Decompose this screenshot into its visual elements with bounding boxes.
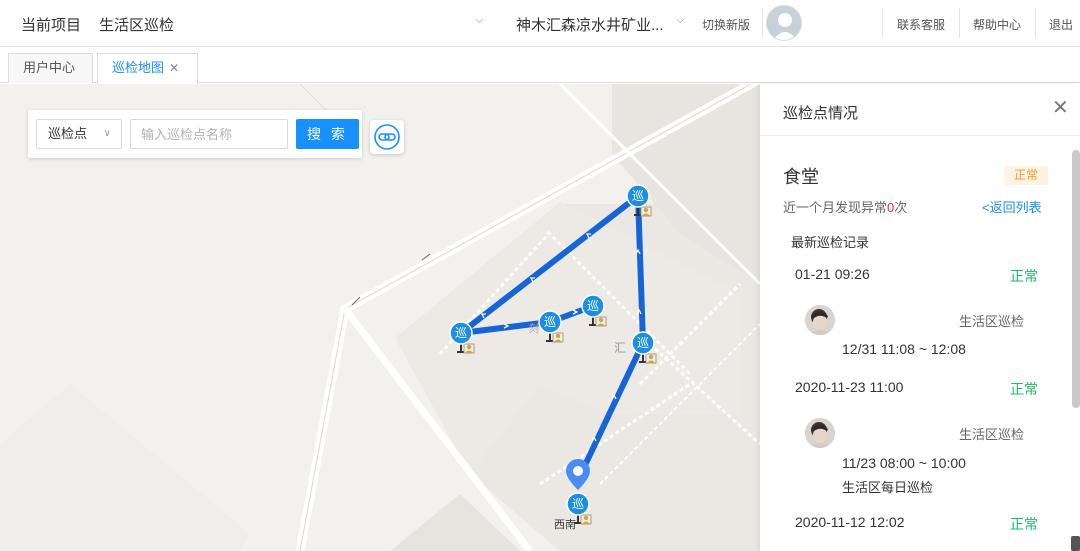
project-name[interactable]: 生活区巡检: [99, 14, 174, 35]
person-photo-icon: [805, 305, 835, 335]
record-time: 2020-11-12 12:02: [795, 514, 905, 530]
checkpoint-marker[interactable]: 巡: [537, 309, 577, 349]
record-time-range: 11/23 08:00 ~ 10:00: [842, 455, 966, 471]
checkpoint-glyph: 巡: [636, 336, 649, 350]
checkpoint-glyph: 巡: [586, 299, 599, 313]
checkpoint-glyph: 巡: [631, 189, 644, 203]
scrollbar-thumb[interactable]: [1072, 150, 1080, 408]
map-label-southwest: 西南: [554, 519, 576, 531]
record-status: 正常: [1010, 381, 1038, 397]
latest-records-heading: 最新巡检记录: [791, 235, 870, 250]
panel-title: 巡检点情况: [783, 105, 859, 122]
month-suffix: 次: [894, 200, 908, 215]
checkpoint-marker[interactable]: 巡: [448, 320, 488, 360]
checkpoint-search-input[interactable]: [130, 119, 288, 149]
top-header: 当前项目 生活区巡检 ⌵ 神木汇森凉水井矿业... ⌵ 切换新版 联系客服 帮助…: [0, 0, 1080, 47]
person-photo-icon: [805, 418, 835, 448]
link-button[interactable]: [370, 120, 404, 154]
tab-user-center[interactable]: 用户中心: [8, 53, 93, 83]
search-button[interactable]: 搜 索: [296, 119, 359, 149]
logout-link[interactable]: 退出: [1049, 16, 1073, 33]
status-badge: 正常: [1004, 166, 1048, 185]
avatar: [805, 418, 835, 448]
divider: [1035, 8, 1036, 38]
checkpoint-marker[interactable]: 巡: [630, 330, 670, 370]
tab-label: 巡检地图: [112, 60, 165, 75]
back-to-list-link[interactable]: <返回列表: [982, 197, 1042, 216]
chevron-down-icon: ∨: [103, 128, 111, 139]
org-name[interactable]: 神木汇森凉水井矿业...: [516, 14, 664, 35]
close-icon[interactable]: ✕: [1052, 98, 1069, 118]
map-label-hui: 汇: [614, 341, 627, 355]
map-label-ke: 刻: [529, 324, 539, 335]
switch-version-link[interactable]: 切换新版: [702, 16, 750, 33]
tab-inspection-map[interactable]: 巡检地图 ✕: [97, 53, 198, 84]
chevron-down-icon[interactable]: ⌵: [475, 14, 483, 27]
select-value: 巡检点: [48, 126, 88, 141]
link-icon: [374, 124, 400, 150]
checkpoint-marker[interactable]: 巡: [580, 293, 620, 333]
divider: [959, 8, 960, 38]
tab-bar: 用户中心 巡检地图 ✕: [0, 47, 1080, 84]
tab-label: 用户中心: [23, 60, 76, 75]
scrollbar-arrow[interactable]: [1071, 536, 1080, 551]
record-time: 2020-11-23 11:00: [795, 379, 904, 395]
checkpoint-name: 食堂: [783, 167, 819, 187]
record-plan: 生活区每日巡检: [842, 480, 934, 495]
checkpoint-glyph: 巡: [543, 315, 556, 329]
checkpoint-glyph: 巡: [454, 326, 467, 340]
checkpoint-marker[interactable]: 巡: [625, 183, 665, 223]
checkpoint-type-select[interactable]: 巡检点 ∨: [36, 119, 122, 149]
record-status: 正常: [1010, 516, 1038, 532]
contact-support-link[interactable]: 联系客服: [897, 16, 945, 33]
divider: [882, 8, 883, 38]
record-time-range: 12/31 11:08 ~ 12:08: [842, 341, 966, 357]
checkpoint-glyph: 巡: [571, 497, 584, 511]
user-silhouette-icon: [767, 6, 801, 40]
avatar: [805, 305, 835, 335]
divider: [762, 8, 763, 38]
checkpoint-detail-panel: 巡检点情况 ✕ 食堂 正常 近一个月发现异常0次 <返回列表 最新巡检记录 01…: [760, 84, 1080, 551]
help-center-link[interactable]: 帮助中心: [973, 16, 1021, 33]
current-project-label: 当前项目: [21, 17, 82, 34]
chevron-down-icon[interactable]: ⌵: [676, 14, 684, 27]
close-icon[interactable]: ✕: [169, 61, 179, 75]
record-status: 正常: [1010, 268, 1038, 284]
month-prefix: 近一个月发现异常: [783, 200, 888, 215]
record-time: 01-21 09:26: [795, 266, 870, 282]
divider: [760, 135, 1080, 136]
user-avatar[interactable]: [766, 5, 802, 41]
month-anomaly-summary: 近一个月发现异常0次: [783, 197, 907, 216]
record-area: 生活区巡检: [959, 314, 1025, 329]
record-area: 生活区巡检: [959, 427, 1025, 442]
